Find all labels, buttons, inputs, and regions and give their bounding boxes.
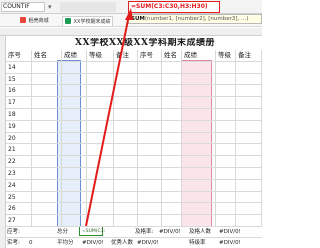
row-number[interactable]: 16 (6, 85, 32, 97)
formula-input[interactable]: =SUM(C3:C30,H3:H30) (128, 1, 220, 13)
header-score[interactable]: 成绩 (62, 50, 87, 61)
summary-row-2: 实考: 0 平均分 #DIV/0! 优秀人数 #DIV/0! 特级率 #DIV/… (6, 237, 262, 248)
table-row: 25 (6, 191, 262, 204)
label-total[interactable]: 总分 (56, 227, 80, 237)
table-row: 17 (6, 97, 262, 109)
value-pass-count[interactable]: #DIV/0! (218, 227, 262, 237)
table-row: 23 (6, 167, 262, 180)
table-row: 20 (6, 132, 262, 145)
column-headers (0, 28, 262, 36)
row-number[interactable]: 17 (6, 97, 32, 108)
header-row: 序号 姓名 成绩 等级 备注 序号 姓名 成绩 等级 备注 (6, 50, 262, 62)
table-row: 16 (6, 85, 262, 98)
formula-bar: COUNTIF ▾ =SUM(C3:C30,H3:H30) (0, 0, 262, 14)
row-number[interactable]: 21 (6, 144, 32, 156)
name-box[interactable]: COUNTIF (1, 2, 45, 12)
data-grid: 序号 姓名 成绩 等级 备注 序号 姓名 成绩 等级 备注 14 15 16 1… (6, 50, 262, 227)
label-excellent-count[interactable]: 优秀人数 (110, 238, 136, 248)
value-should-take[interactable] (28, 227, 56, 237)
table-row: 21 (6, 144, 262, 157)
header-index-2[interactable]: 序号 (138, 50, 162, 61)
tooltip-args: (number1, [number2], [number3], ...) (144, 16, 249, 22)
label-average[interactable]: 平均分 (56, 238, 80, 248)
table-row: 26 (6, 203, 262, 216)
header-name[interactable]: 姓名 (32, 50, 62, 61)
value-excellent-count[interactable]: #DIV/0! (136, 238, 166, 248)
row-number[interactable]: 24 (6, 179, 32, 191)
row-number[interactable]: 26 (6, 203, 32, 215)
function-tooltip: SUM(number1, [number2], [number3], ...) (128, 14, 262, 24)
row-number[interactable]: 15 (6, 73, 32, 85)
header-name-2[interactable]: 姓名 (162, 50, 182, 61)
header-note-2[interactable]: 备注 (236, 50, 262, 61)
label-pass-count[interactable]: 及格人数 (188, 227, 218, 237)
row-number[interactable]: 23 (6, 167, 32, 179)
value-total-formula[interactable]: =SUM(C3:C (81, 227, 105, 237)
row-number[interactable]: 20 (6, 132, 32, 144)
table-row: 15 (6, 73, 262, 86)
row-number[interactable]: 18 (6, 108, 32, 120)
value-pass-rate[interactable]: #DIV/0! (158, 227, 188, 237)
summary-row-1: 应考: 总分 =SUM(C3:C 及格率: #DIV/0! 及格人数 #DIV/… (6, 226, 262, 237)
spreadsheet-icon (65, 18, 71, 24)
row-number[interactable]: 14 (6, 61, 32, 73)
table-row: 19 (6, 120, 262, 133)
tab-label: 稻壳商城 (28, 18, 49, 24)
header-note[interactable]: 备注 (114, 50, 138, 61)
header-score-2[interactable]: 成绩 (182, 50, 216, 61)
tab-label: XX学校期末成绩 (73, 19, 111, 25)
value-special-rate[interactable]: #DIV/0! (218, 238, 262, 248)
tooltip-function-name: SUM (131, 16, 145, 22)
tab-exam-grades[interactable]: XX学校期末成绩 (62, 16, 114, 26)
header-grade[interactable]: 等级 (87, 50, 114, 61)
row-number[interactable]: 19 (6, 120, 32, 132)
chevron-down-icon[interactable]: ▾ (48, 2, 52, 12)
value-average[interactable]: #DIV/0! (81, 238, 109, 248)
table-row: 14 (6, 61, 262, 74)
row-number[interactable]: 25 (6, 191, 32, 203)
dake-icon (20, 17, 26, 23)
row-number[interactable]: 27 (6, 215, 32, 226)
formula-icons (60, 2, 116, 12)
summary-rows: 应考: 总分 =SUM(C3:C 及格率: #DIV/0! 及格人数 #DIV/… (6, 226, 262, 248)
row-number[interactable]: 22 (6, 156, 32, 167)
table-row: 18 (6, 108, 262, 121)
label-pass-rate[interactable]: 及格率: (134, 227, 158, 237)
label-actual-take[interactable]: 实考: (6, 238, 28, 248)
table-row: 22 (6, 156, 262, 168)
label-special-rate[interactable]: 特级率 (188, 238, 216, 248)
table-row: 24 (6, 179, 262, 192)
header-index[interactable]: 序号 (6, 50, 32, 61)
tab-dake-mall[interactable]: 稻壳商城 (20, 16, 49, 26)
value-actual-take[interactable]: 0 (28, 238, 56, 248)
label-should-take[interactable]: 应考: (6, 227, 28, 237)
sheet-title: XX学校XX级XX学科期末成绩册 (75, 38, 215, 48)
header-grade-2[interactable]: 等级 (216, 50, 236, 61)
